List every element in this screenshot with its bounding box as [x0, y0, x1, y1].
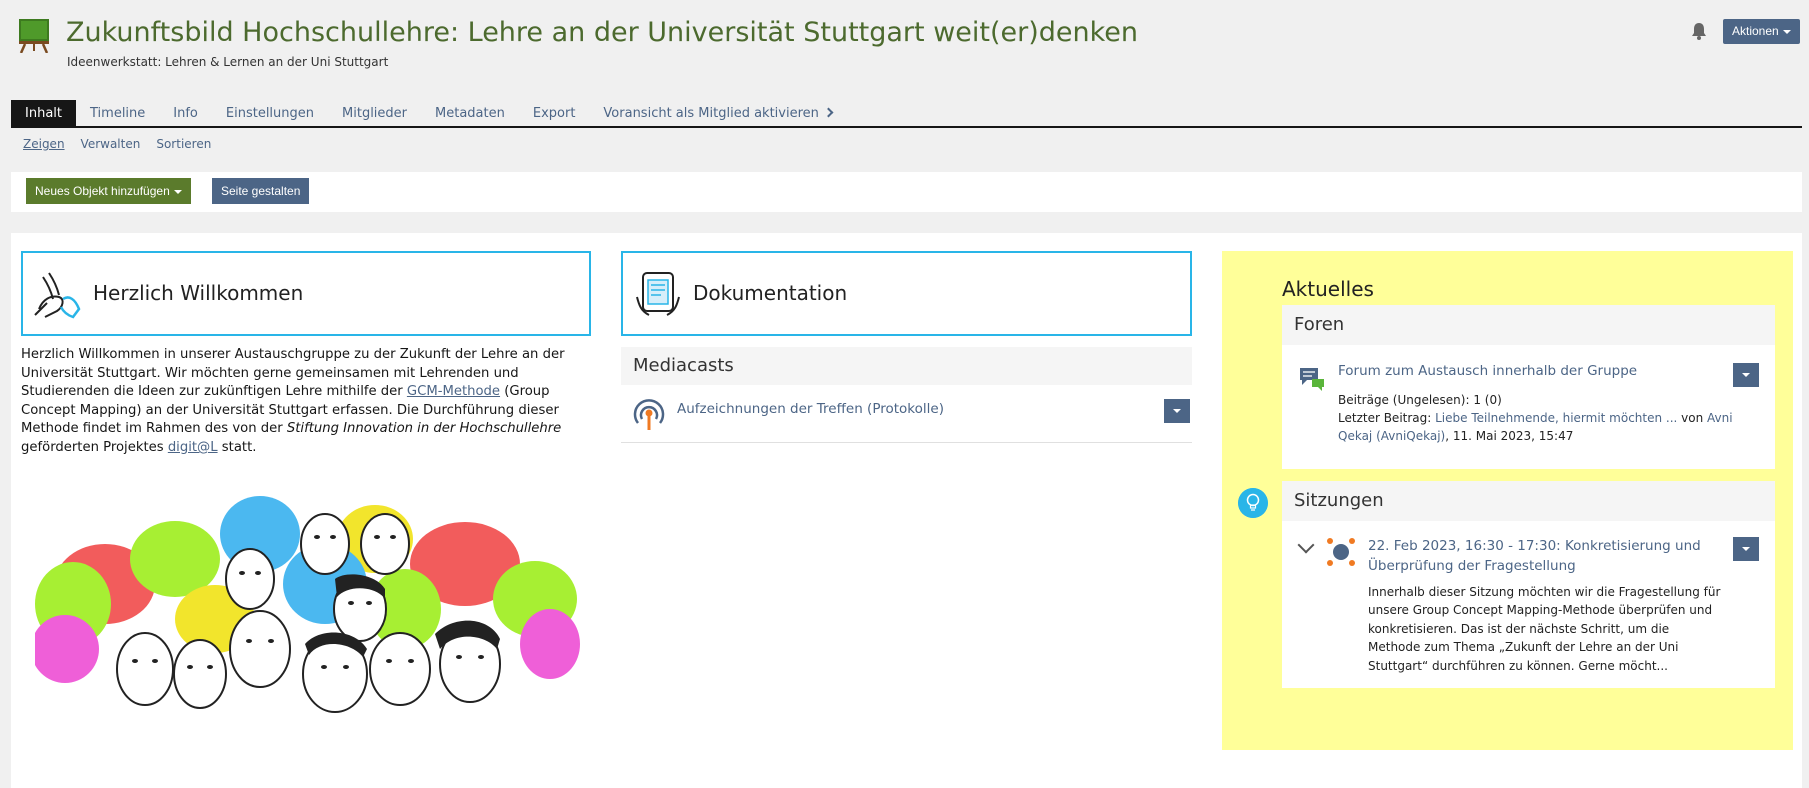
welcome-text-part: statt.	[217, 439, 257, 455]
forum-last-date: , 11. Mai 2023, 15:47	[1445, 429, 1574, 443]
people-illustration	[35, 496, 580, 713]
sub-tabs: Zeigen Verwalten Sortieren	[23, 137, 211, 151]
forum-posts-line: Beiträge (Ungelesen): 1 (0)	[1338, 391, 1738, 409]
forum-last-by: von	[1677, 411, 1708, 425]
forums-heading: Foren	[1282, 305, 1775, 345]
mediacast-link[interactable]: Aufzeichnungen der Treffen (Protokolle)	[677, 401, 944, 417]
news-block: Aktuelles Foren Forum zum Austausch inne…	[1222, 251, 1793, 750]
tab-info[interactable]: Info	[159, 100, 212, 126]
forum-link[interactable]: Forum zum Austausch innerhalb der Gruppe	[1338, 363, 1637, 379]
page-subtitle: Ideenwerkstatt: Lehren & Lernen an der U…	[67, 55, 389, 69]
welcome-text-emphasis: Stiftung Innovation in der Hochschullehr…	[286, 421, 562, 437]
documentation-title: Dokumentation	[693, 281, 848, 305]
tab-inhalt[interactable]: Inhalt	[11, 100, 76, 126]
forum-icon	[1300, 368, 1324, 391]
tab-einstellungen[interactable]: Einstellungen	[212, 100, 328, 126]
news-title: Aktuelles	[1282, 277, 1374, 301]
actions-label: Aktionen	[1732, 24, 1779, 38]
tab-timeline[interactable]: Timeline	[76, 100, 159, 126]
digitl-project-link[interactable]: digit@L	[168, 440, 218, 455]
session-actions-button[interactable]	[1733, 537, 1759, 561]
mediacasts-heading: Mediacasts	[621, 347, 1192, 385]
welcome-text: Herzlich Willkommen in unserer Austausch…	[21, 346, 593, 458]
waving-hands-icon	[34, 272, 81, 319]
forum-posts-label: Beiträge (Ungelesen):	[1338, 393, 1474, 407]
welcome-text-part: geförderten Projektes	[21, 439, 168, 455]
main-tabs: Inhalt Timeline Info Einstellungen Mitgl…	[11, 100, 1802, 128]
page-title: Zukunftsbild Hochschullehre: Lehre an de…	[66, 17, 1139, 48]
page-header: Zukunftsbild Hochschullehre: Lehre an de…	[0, 0, 1809, 95]
tab-member-view-label: Voransicht als Mitglied aktivieren	[603, 106, 819, 121]
chevron-right-icon	[823, 107, 834, 118]
group-chalkboard-icon	[19, 19, 49, 53]
forum-last-post-line: Letzter Beitrag: Liebe Teilnehmende, hie…	[1338, 409, 1738, 445]
tablet-document-icon	[636, 272, 680, 316]
lightbulb-icon	[1238, 488, 1268, 518]
tab-mitglieder[interactable]: Mitglieder	[328, 100, 421, 126]
chevron-down-icon[interactable]	[1297, 536, 1315, 554]
caret-down-icon	[173, 189, 182, 194]
sessions-heading: Sitzungen	[1282, 481, 1775, 521]
session-link[interactable]: 22. Feb 2023, 16:30 - 17:30: Konkretisie…	[1368, 537, 1708, 576]
forums-panel: Foren Forum zum Austausch innerhalb der …	[1282, 305, 1775, 469]
session-icon	[1327, 538, 1355, 566]
tab-export[interactable]: Export	[519, 100, 590, 126]
forum-meta: Beiträge (Ungelesen): 1 (0) Letzter Beit…	[1338, 391, 1738, 445]
tab-member-view[interactable]: Voransicht als Mitglied aktivieren	[589, 100, 845, 126]
notification-bell-icon[interactable]	[1691, 22, 1707, 40]
content-toolbar: Neues Objekt hinzufügen Seite gestalten	[11, 172, 1802, 212]
design-page-button[interactable]: Seite gestalten	[212, 178, 310, 204]
caret-down-icon	[1782, 29, 1791, 34]
add-object-button[interactable]: Neues Objekt hinzufügen	[26, 178, 191, 204]
welcome-title: Herzlich Willkommen	[93, 281, 304, 305]
add-object-label: Neues Objekt hinzufügen	[35, 184, 170, 198]
session-description: Innerhalb dieser Sitzung möchten wir die…	[1368, 585, 1721, 673]
actions-dropdown-button[interactable]: Aktionen	[1723, 19, 1800, 44]
list-item: Aufzeichnungen der Treffen (Protokolle)	[621, 385, 1192, 443]
main-content: Herzlich Willkommen Herzlich Willkommen …	[11, 233, 1802, 788]
mediacast-actions-button[interactable]	[1164, 399, 1190, 423]
tab-metadaten[interactable]: Metadaten	[421, 100, 519, 126]
documentation-box: Dokumentation	[621, 251, 1192, 336]
forum-last-label: Letzter Beitrag:	[1338, 411, 1436, 425]
subtab-sortieren[interactable]: Sortieren	[156, 137, 211, 151]
welcome-box: Herzlich Willkommen	[21, 251, 591, 336]
gcm-method-link[interactable]: GCM-Methode	[407, 384, 500, 399]
last-post-link[interactable]: Liebe Teilnehmende, hiermit möchten ...	[1435, 411, 1677, 425]
podcast-icon	[633, 399, 665, 430]
sessions-panel: Sitzungen 22. Feb 2023, 16:30 - 17:30: K…	[1282, 481, 1775, 688]
subtab-zeigen[interactable]: Zeigen	[23, 137, 65, 151]
forum-posts-value: 1 (0)	[1473, 393, 1502, 407]
subtab-verwalten[interactable]: Verwalten	[81, 137, 141, 151]
forum-actions-button[interactable]	[1733, 363, 1759, 387]
